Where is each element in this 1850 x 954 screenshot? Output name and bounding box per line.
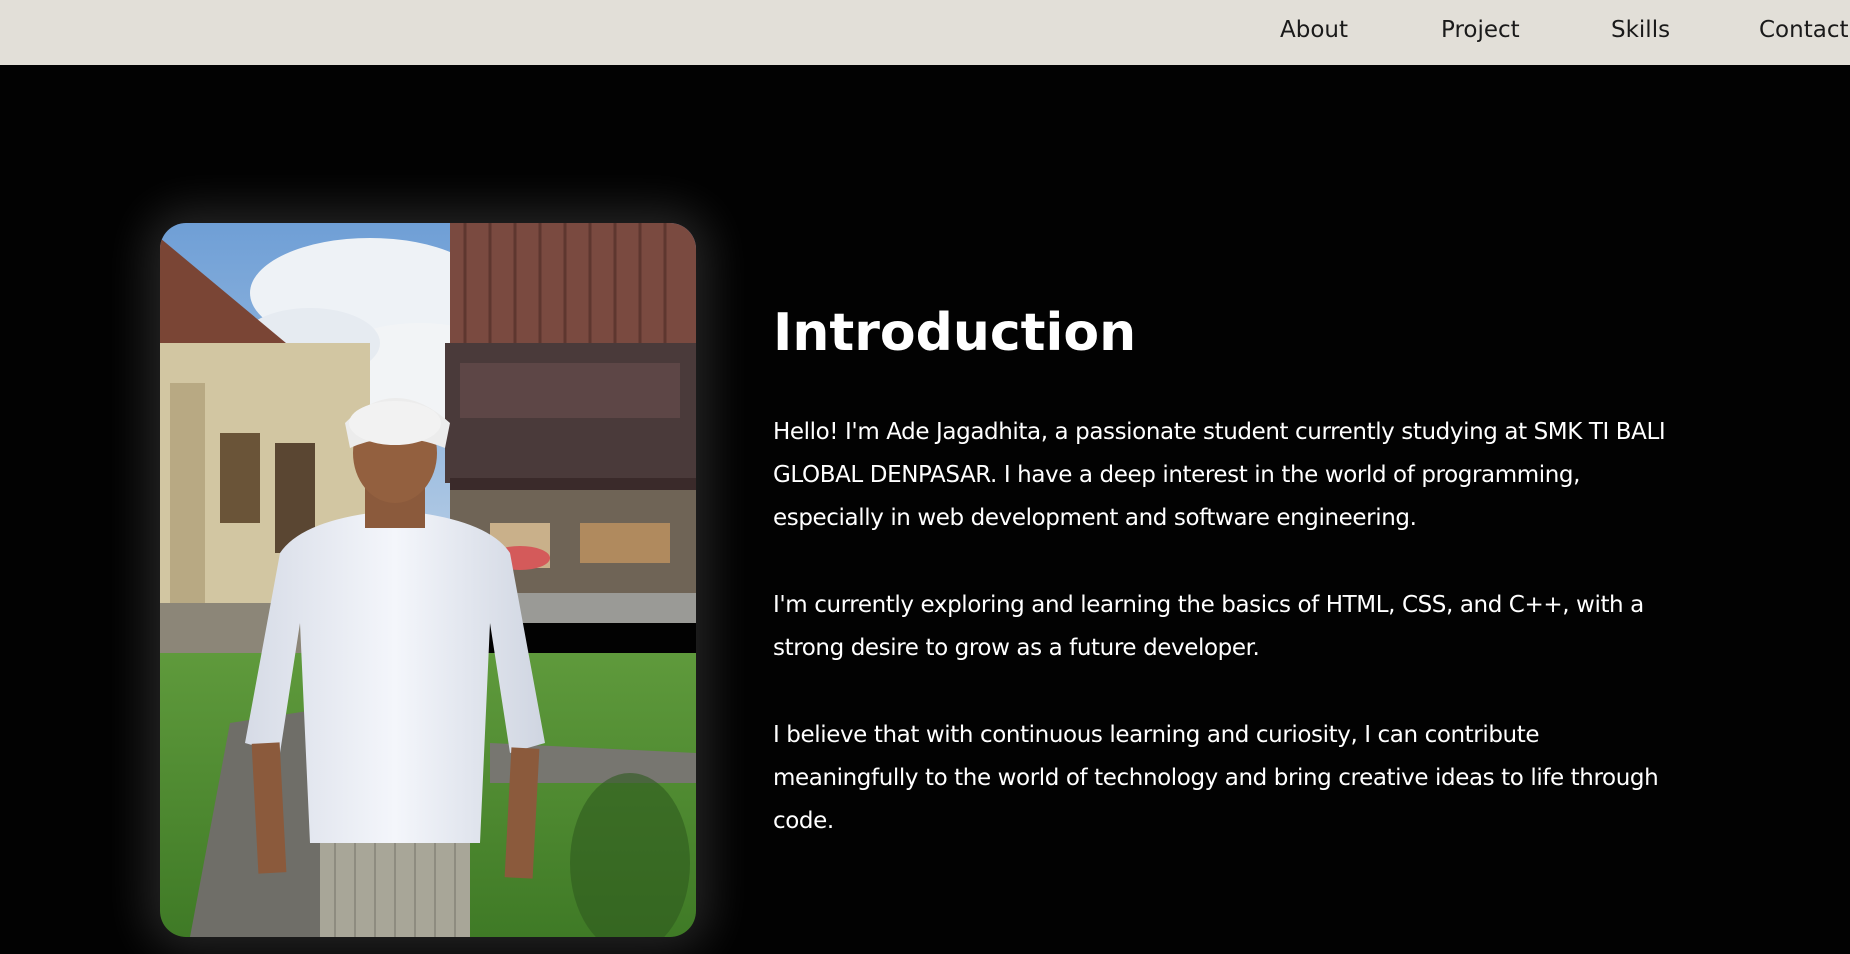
profile-photo xyxy=(160,223,696,937)
nav-about-link[interactable]: About xyxy=(1280,0,1348,60)
top-navbar: About Project Skills Contact xyxy=(0,0,1850,65)
intro-paragraph-1: Hello! I'm Ade Jagadhita, a passionate s… xyxy=(773,419,1666,531)
nav-project-link[interactable]: Project xyxy=(1441,0,1520,60)
nav-skills-link[interactable]: Skills xyxy=(1611,0,1670,60)
introduction-text: Introduction Hello! I'm Ade Jagadhita, a… xyxy=(773,293,1683,843)
nav-contact-link[interactable]: Contact xyxy=(1759,0,1848,60)
intro-paragraph-3: I believe that with continuous learning … xyxy=(773,722,1659,834)
introduction-section: Introduction Hello! I'm Ade Jagadhita, a… xyxy=(0,65,1850,954)
intro-paragraph-2: I'm currently exploring and learning the… xyxy=(773,592,1644,661)
introduction-heading: Introduction xyxy=(773,303,1137,363)
